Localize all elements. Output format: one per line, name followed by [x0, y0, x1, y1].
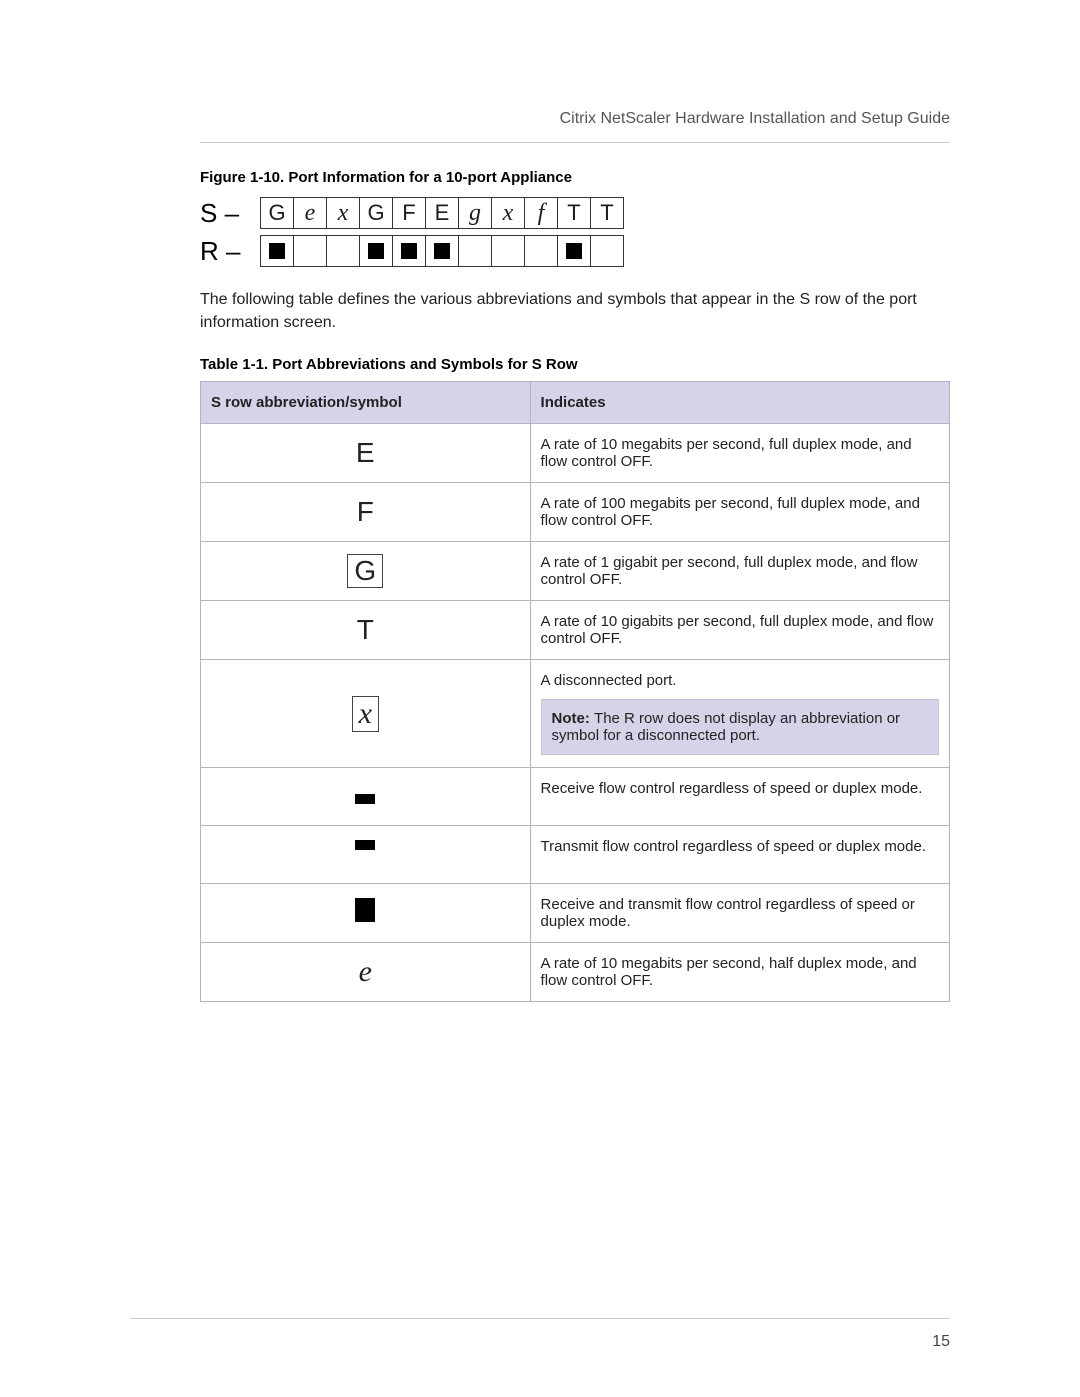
- table-header-symbol: S row abbreviation/symbol: [201, 382, 531, 424]
- port-r-cell: [425, 235, 459, 267]
- intro-paragraph: The following table defines the various …: [200, 288, 950, 334]
- table-indicates-cell: Receive flow control regardless of speed…: [530, 768, 949, 826]
- port-s-cell: T: [590, 197, 624, 229]
- table-indicates-cell: A disconnected port.Note: The R row does…: [530, 660, 949, 768]
- port-s-lead: S –: [200, 198, 260, 229]
- port-s-cell: G: [359, 197, 393, 229]
- port-s-cell: E: [425, 197, 459, 229]
- port-r-row: R –: [200, 232, 950, 270]
- port-r-cell: [293, 235, 327, 267]
- table-symbol-cell: [201, 768, 531, 826]
- table-header-row: S row abbreviation/symbol Indicates: [201, 382, 950, 424]
- table-row: FA rate of 100 megabits per second, full…: [201, 483, 950, 542]
- figure-caption: Figure 1-10. Port Information for a 10-p…: [200, 169, 950, 186]
- rect-bottom-icon: [352, 780, 378, 806]
- table-indicates-cell: A rate of 100 megabits per second, full …: [530, 483, 949, 542]
- table-indicates-cell: Receive and transmit flow control regard…: [530, 884, 949, 943]
- table-indicates-cell: A rate of 10 megabits per second, half d…: [530, 943, 949, 1002]
- page: Citrix NetScaler Hardware Installation a…: [0, 0, 1080, 1397]
- page-footer: 15: [130, 1318, 950, 1351]
- table-row: Receive flow control regardless of speed…: [201, 768, 950, 826]
- port-r-cell: [557, 235, 591, 267]
- port-r-cell: [326, 235, 360, 267]
- table-symbol-cell: x: [201, 660, 531, 768]
- table-row: xA disconnected port.Note: The R row doe…: [201, 660, 950, 768]
- rect-full-icon: [352, 897, 378, 923]
- page-number: 15: [932, 1333, 950, 1350]
- table-row: GA rate of 1 gigabit per second, full du…: [201, 542, 950, 601]
- port-r-cell: [590, 235, 624, 267]
- table-symbol-cell: F: [201, 483, 531, 542]
- port-s-cell: g: [458, 197, 492, 229]
- port-s-cell: x: [491, 197, 525, 229]
- port-r-lead: R –: [200, 236, 260, 267]
- port-s-cell: F: [392, 197, 426, 229]
- table-header-indicates: Indicates: [530, 382, 949, 424]
- port-abbrev-table: S row abbreviation/symbol Indicates EA r…: [200, 381, 950, 1002]
- port-r-cell: [491, 235, 525, 267]
- table-row: TA rate of 10 gigabits per second, full …: [201, 601, 950, 660]
- table-indicates-cell: A rate of 10 megabits per second, full d…: [530, 424, 949, 483]
- table-symbol-cell: T: [201, 601, 531, 660]
- port-r-cell: [359, 235, 393, 267]
- table-symbol-cell: G: [201, 542, 531, 601]
- table-row: Transmit flow control regardless of spee…: [201, 826, 950, 884]
- port-r-cell: [260, 235, 294, 267]
- rect-top-icon: [352, 838, 378, 864]
- port-diagram: S – GexGFEgxfTT R –: [200, 194, 950, 270]
- port-s-row: S – GexGFEgxfTT: [200, 194, 950, 232]
- port-r-cell: [458, 235, 492, 267]
- table-indicates-cell: A rate of 10 gigabits per second, full d…: [530, 601, 949, 660]
- running-header: Citrix NetScaler Hardware Installation a…: [200, 110, 950, 143]
- table-indicates-cell: Transmit flow control regardless of spee…: [530, 826, 949, 884]
- port-r-cell: [524, 235, 558, 267]
- port-s-cell: f: [524, 197, 558, 229]
- table-symbol-cell: E: [201, 424, 531, 483]
- port-s-cell: T: [557, 197, 591, 229]
- table-symbol-cell: e: [201, 943, 531, 1002]
- table-caption: Table 1-1. Port Abbreviations and Symbol…: [200, 356, 950, 373]
- port-s-cell: x: [326, 197, 360, 229]
- table-row: Receive and transmit flow control regard…: [201, 884, 950, 943]
- table-row: EA rate of 10 megabits per second, full …: [201, 424, 950, 483]
- table-symbol-cell: [201, 884, 531, 943]
- port-s-cell: G: [260, 197, 294, 229]
- table-symbol-cell: [201, 826, 531, 884]
- table-row: eA rate of 10 megabits per second, half …: [201, 943, 950, 1002]
- port-r-cell: [392, 235, 426, 267]
- table-indicates-cell: A rate of 1 gigabit per second, full dup…: [530, 542, 949, 601]
- note-box: Note: The R row does not display an abbr…: [541, 699, 939, 755]
- port-s-cell: e: [293, 197, 327, 229]
